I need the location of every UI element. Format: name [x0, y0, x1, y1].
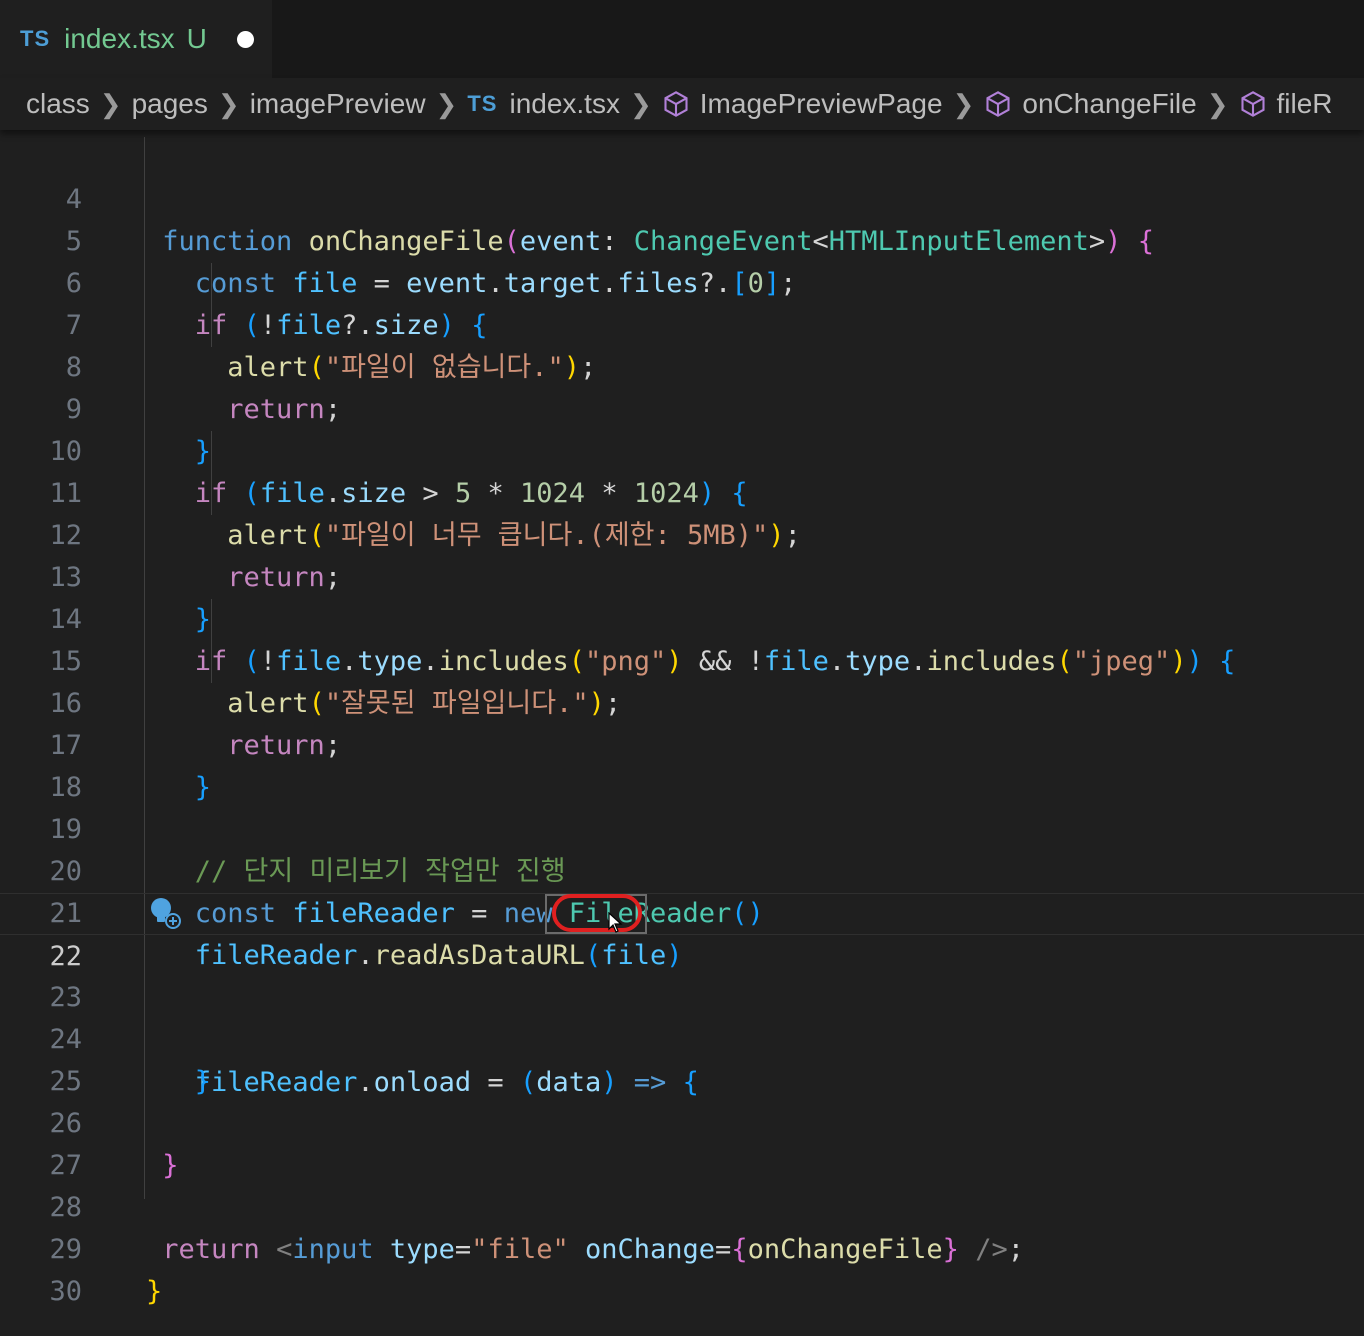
chevron-right-icon: ❯	[217, 88, 240, 119]
code-line[interactable]: 15 alert("잘못된 파일입니다.");	[0, 599, 1364, 719]
code-line[interactable]: 29 }	[0, 1187, 1364, 1307]
tab-bar: TS index.tsx U	[0, 0, 1364, 78]
lightbulb-icon[interactable]	[148, 896, 182, 930]
chevron-right-icon: ❯	[435, 88, 458, 119]
code-line[interactable]: 27	[0, 1103, 1364, 1181]
breadcrumb-item-imagepreviewpage[interactable]: ImagePreviewPage	[662, 88, 943, 120]
code-line[interactable]: 8 return;	[0, 305, 1364, 425]
chevron-right-icon: ❯	[99, 88, 122, 119]
breadcrumb-item-file[interactable]: TS index.tsx	[467, 88, 620, 120]
code-line[interactable]: 16 return;	[0, 641, 1364, 761]
chevron-right-icon: ❯	[629, 88, 652, 119]
code-line[interactable]: 28 return <input type="file" onChange={o…	[0, 1145, 1364, 1265]
code-line[interactable]: 9 }	[0, 347, 1364, 467]
tab-filename: index.tsx	[64, 23, 175, 54]
mouse-pointer-icon	[608, 912, 623, 933]
code-line[interactable]: 19 // 단지 미리보기 작업만 진행	[0, 767, 1364, 887]
code-line[interactable]: 10 if (file.size > 5 * 1024 * 1024) {	[0, 389, 1364, 509]
tab-git-status: U	[186, 23, 207, 54]
chevron-right-icon: ❯	[952, 88, 975, 119]
code-line[interactable]: 5 const file = event.target.files?.[0];	[0, 179, 1364, 299]
cube-icon	[986, 91, 1010, 117]
code-line[interactable]: 12 return;	[0, 473, 1364, 593]
code-line[interactable]: 13 }	[0, 515, 1364, 635]
code-line[interactable]: 23	[0, 935, 1364, 1013]
code-line-current[interactable]: 22 fileReader.onload = (data) => {	[0, 893, 1364, 1098]
code-line[interactable]: 7 alert("파일이 없습니다.");	[0, 263, 1364, 383]
code-line[interactable]: 4 function onChangeFile(event: ChangeEve…	[0, 137, 1364, 257]
line-number: 30	[49, 1276, 82, 1307]
code-line[interactable]: 21 fileReader.readAsDataURL(file)	[0, 851, 1364, 971]
breadcrumb-item-imagepreview[interactable]: imagePreview	[250, 88, 426, 120]
breadcrumb-item-filereader[interactable]: fileR	[1239, 88, 1333, 120]
code-line[interactable]: 30	[0, 1229, 1364, 1307]
chevron-right-icon: ❯	[1206, 88, 1229, 119]
typescript-icon: TS	[467, 91, 498, 116]
code-editor[interactable]: 4 function onChangeFile(event: ChangeEve…	[0, 137, 1364, 1336]
breadcrumb-item-class[interactable]: class	[26, 88, 90, 120]
code-line[interactable]: 26 }	[0, 1061, 1364, 1181]
typescript-icon: TS	[20, 26, 51, 51]
breadcrumb-label: fileR	[1276, 88, 1333, 119]
code-line[interactable]: 25	[0, 1019, 1364, 1097]
red-annotation-circle	[552, 894, 642, 932]
code-content: }	[146, 1276, 163, 1307]
breadcrumb-file-label: index.tsx	[509, 88, 620, 119]
code-line[interactable]: 11 alert("파일이 너무 큽니다.(제한: 5MB)");	[0, 431, 1364, 551]
code-line[interactable]: 17 }	[0, 683, 1364, 803]
editor-tab-index-tsx[interactable]: TS index.tsx U	[0, 0, 272, 78]
unsaved-dot-icon[interactable]	[236, 30, 254, 48]
breadcrumb-label: onChangeFile	[1022, 88, 1197, 119]
cube-icon	[1240, 91, 1265, 117]
breadcrumb-item-onchangefile[interactable]: onChangeFile	[984, 88, 1197, 120]
code-line[interactable]: 6 if (!file?.size) {	[0, 221, 1364, 341]
breadcrumb: class ❯ pages ❯ imagePreview ❯ TS index.…	[0, 78, 1364, 130]
code-line[interactable]: 20 const fileReader = new FileReader()	[0, 809, 1364, 929]
breadcrumb-label: ImagePreviewPage	[699, 88, 943, 119]
cube-icon	[664, 91, 688, 117]
code-line[interactable]: 14 if (!file.type.includes("png") && !fi…	[0, 557, 1364, 677]
code-line[interactable]: 18	[0, 725, 1364, 803]
code-line[interactable]: 24 }	[0, 977, 1364, 1097]
breadcrumb-item-pages[interactable]: pages	[132, 88, 208, 120]
